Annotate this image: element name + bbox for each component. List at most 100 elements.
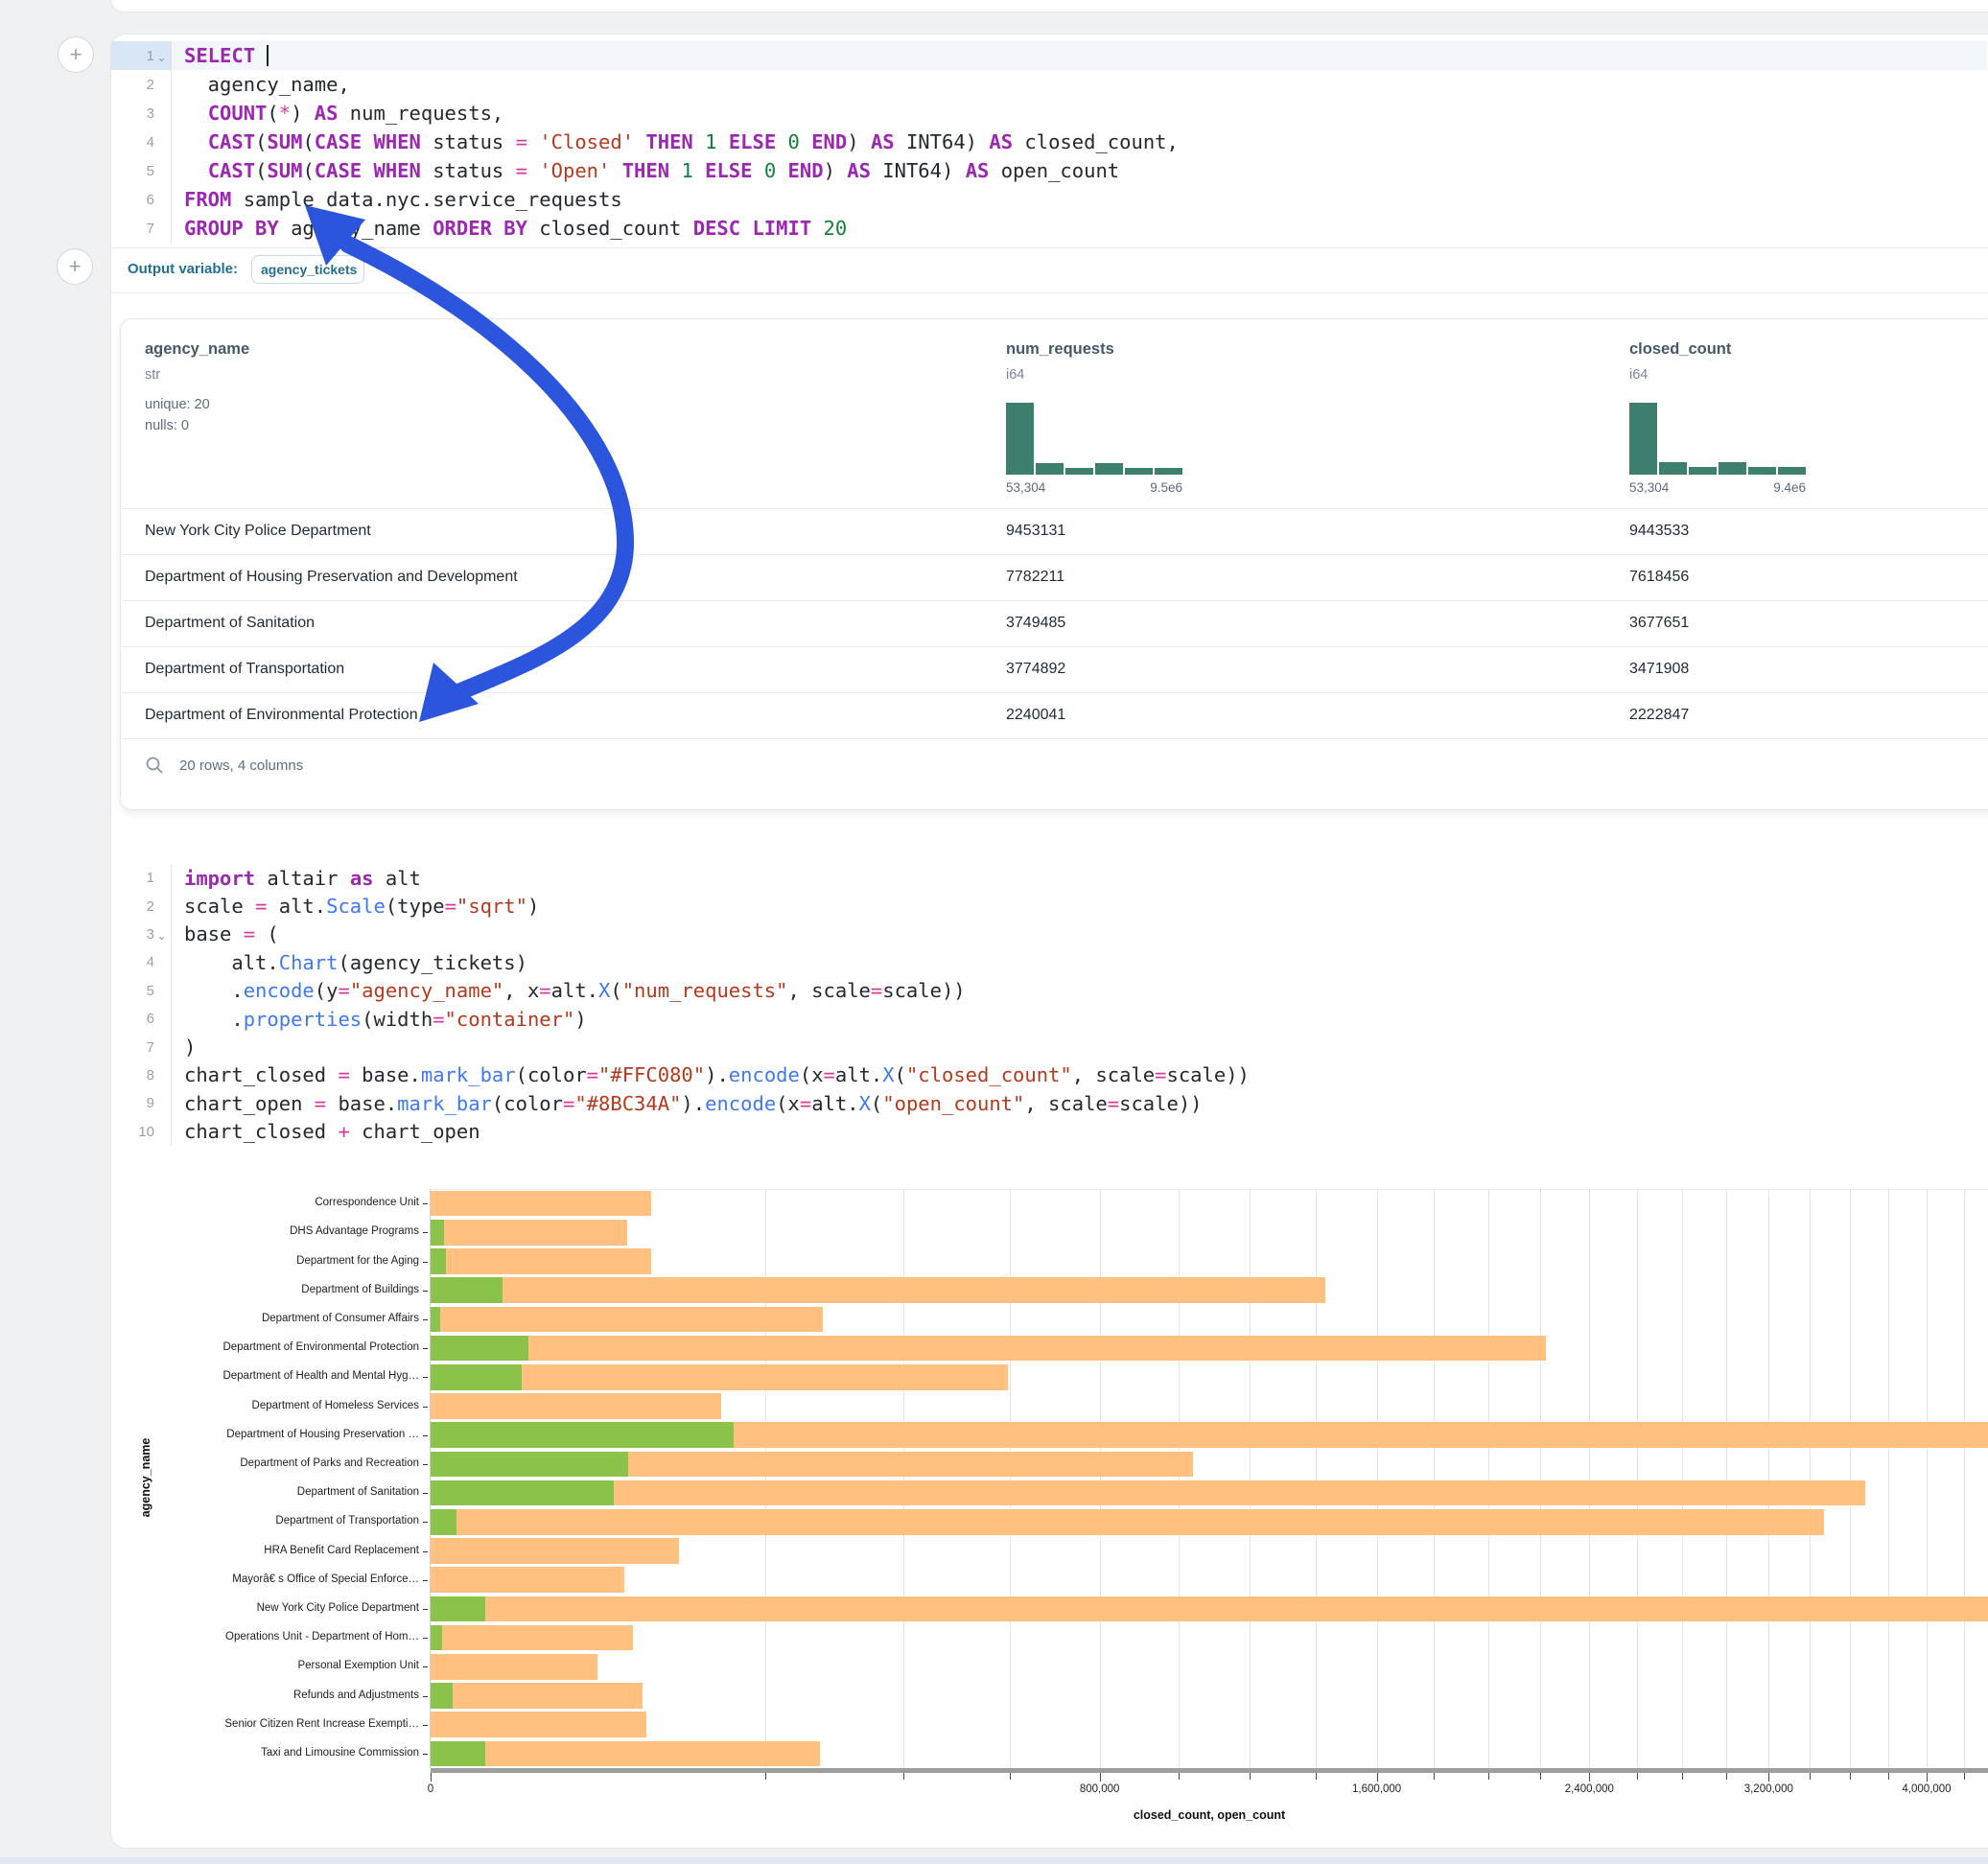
code-line[interactable]: 9 chart_open = base.mark_bar(color="#8BC3… xyxy=(111,1089,1987,1117)
column-meta: nulls: 0 xyxy=(145,415,189,436)
collapse-chevron-icon: ⌄ xyxy=(154,930,169,942)
previous-cell-bottom xyxy=(110,0,1988,12)
code-text: FROM sample_data.nyc.service_requests xyxy=(172,185,1987,214)
code-line[interactable]: 6 FROM sample_data.nyc.service_requests xyxy=(111,185,1987,214)
add-cell-button-output[interactable]: + xyxy=(57,248,93,285)
python-code-editor[interactable]: 1 import altair as alt2scale = alt.Scale(… xyxy=(111,864,1987,1146)
code-line[interactable]: 3⌄base = ( xyxy=(111,920,1987,948)
line-number: 10 xyxy=(138,1124,154,1140)
code-text: .encode(y="agency_name", x=alt.X("num_re… xyxy=(172,977,1987,1005)
table-cell: 7618456 xyxy=(1629,554,1689,600)
column-header-num_requests[interactable]: num_requests xyxy=(1006,340,1114,359)
histogram-bar xyxy=(1689,467,1717,475)
line-number: 7 xyxy=(147,1039,154,1056)
line-gutter: 3 xyxy=(111,99,172,128)
line-number: 2 xyxy=(147,77,154,93)
code-text: .properties(width="container") xyxy=(172,1005,1987,1033)
code-text: chart_open = base.mark_bar(color="#8BC34… xyxy=(172,1089,1987,1117)
table-cell: Department of Transportation xyxy=(145,646,344,692)
line-gutter: 4 xyxy=(111,128,172,156)
line-gutter: 3⌄ xyxy=(111,920,172,948)
text-caret xyxy=(267,45,269,66)
code-text: ) xyxy=(172,1033,1987,1060)
column-meta: unique: 20 xyxy=(145,394,210,415)
histogram-bar xyxy=(1065,468,1093,475)
line-number: 7 xyxy=(147,221,154,237)
table-cell: 3471908 xyxy=(1629,646,1689,692)
dataframe-preview-card: agency_namestr unique: 20nulls: 0 num_requ… xyxy=(120,318,1988,810)
code-text: chart_closed = base.mark_bar(color="#FFC… xyxy=(172,1061,1987,1089)
code-line[interactable]: 1⌄SELECT xyxy=(111,41,1987,70)
code-line[interactable]: 2scale = alt.Scale(type="sqrt") xyxy=(111,892,1987,920)
line-gutter: 7 xyxy=(111,214,172,243)
rows-columns-count: 20 rows, 4 columns xyxy=(179,757,303,774)
code-line[interactable]: 5 CAST(SUM(CASE WHEN status = 'Open' THE… xyxy=(111,156,1987,185)
code-line[interactable]: 7) xyxy=(111,1033,1987,1060)
line-gutter: 5 xyxy=(111,156,172,185)
table-cell: 2240041 xyxy=(1006,692,1065,738)
line-number: 9 xyxy=(147,1095,154,1111)
code-line[interactable]: 8 chart_closed = base.mark_bar(color="#FF… xyxy=(111,1061,1987,1089)
column-type: i64 xyxy=(1629,367,1648,383)
code-text: chart_closed + chart_open xyxy=(172,1118,1987,1146)
code-line[interactable]: 4 CAST(SUM(CASE WHEN status = 'Closed' T… xyxy=(111,128,1987,156)
code-line[interactable]: 6 .properties(width="container") xyxy=(111,1005,1987,1033)
histogram-range-labels: 53,3049.4e6 xyxy=(1629,480,1806,495)
column-type: str xyxy=(145,367,160,383)
divider-sql-output xyxy=(111,247,1988,248)
code-text: scale = alt.Scale(type="sqrt") xyxy=(172,892,1987,920)
code-line[interactable]: 1 import altair as alt xyxy=(111,864,1987,892)
histogram-bar xyxy=(1748,467,1776,475)
histogram-bar xyxy=(1778,467,1806,475)
code-line[interactable]: 5 .encode(y="agency_name", x=alt.X("num_… xyxy=(111,977,1987,1005)
column-header-closed_count[interactable]: closed_count xyxy=(1629,340,1731,359)
output-variable-pill[interactable]: agency_tickets xyxy=(251,255,364,284)
code-text: COUNT(*) AS num_requests, xyxy=(172,99,1987,128)
column-header-agency_name[interactable]: agency_name xyxy=(145,340,249,359)
line-number: 1 xyxy=(147,870,154,886)
line-number: 6 xyxy=(147,192,154,208)
line-gutter: 6 xyxy=(111,1005,172,1033)
histogram-bar xyxy=(1125,468,1153,475)
code-line[interactable]: 2 agency_name, xyxy=(111,70,1987,99)
column-histogram xyxy=(1006,403,1182,475)
code-text: CAST(SUM(CASE WHEN status = 'Closed' THE… xyxy=(172,128,1987,156)
line-number: 8 xyxy=(147,1067,154,1083)
page-bottom-strip xyxy=(0,1857,1988,1864)
line-gutter: 8 xyxy=(111,1061,172,1089)
divider-output-table xyxy=(111,292,1988,293)
line-number: 5 xyxy=(147,983,154,999)
sql-code-editor[interactable]: 1⌄SELECT 2 agency_name,3 COUNT(*) AS num… xyxy=(111,41,1987,243)
table-cell: 3749485 xyxy=(1006,600,1065,646)
code-text: agency_name, xyxy=(172,70,1987,99)
code-line[interactable]: 7 GROUP BY agency_name ORDER BY closed_co… xyxy=(111,214,1987,243)
code-text: GROUP BY agency_name ORDER BY closed_cou… xyxy=(172,214,1987,243)
search-icon[interactable] xyxy=(145,756,164,775)
line-number: 4 xyxy=(147,134,154,151)
code-line[interactable]: 10 chart_closed + chart_open xyxy=(111,1118,1987,1146)
code-line[interactable]: 4 alt.Chart(agency_tickets) xyxy=(111,948,1987,976)
line-number: 3 xyxy=(147,105,154,122)
histogram-bar xyxy=(1006,403,1034,475)
table-cell: 9453131 xyxy=(1006,508,1065,554)
histogram-bar xyxy=(1629,403,1657,475)
table-cell: 2222847 xyxy=(1629,692,1689,738)
histogram-bar xyxy=(1155,468,1182,475)
line-number: 6 xyxy=(147,1011,154,1027)
line-gutter: 4 xyxy=(111,948,172,976)
column-histogram xyxy=(1629,403,1806,475)
output-variable-label: Output variable: xyxy=(128,261,238,277)
line-gutter: 7 xyxy=(111,1033,172,1060)
table-cell: 7782211 xyxy=(1006,554,1064,600)
histogram-min-label: 53,304 xyxy=(1006,480,1045,495)
line-number: 4 xyxy=(147,954,154,970)
add-cell-button-top[interactable]: + xyxy=(58,36,94,73)
histogram-bar xyxy=(1659,462,1687,475)
code-line[interactable]: 3 COUNT(*) AS num_requests, xyxy=(111,99,1987,128)
histogram-range-labels: 53,3049.5e6 xyxy=(1006,480,1182,495)
table-cell: 9443533 xyxy=(1629,508,1689,554)
code-text: import altair as alt xyxy=(172,864,1987,892)
line-number: 1 xyxy=(147,48,154,64)
line-gutter: 10 xyxy=(111,1118,172,1146)
histogram-bar xyxy=(1719,462,1746,475)
